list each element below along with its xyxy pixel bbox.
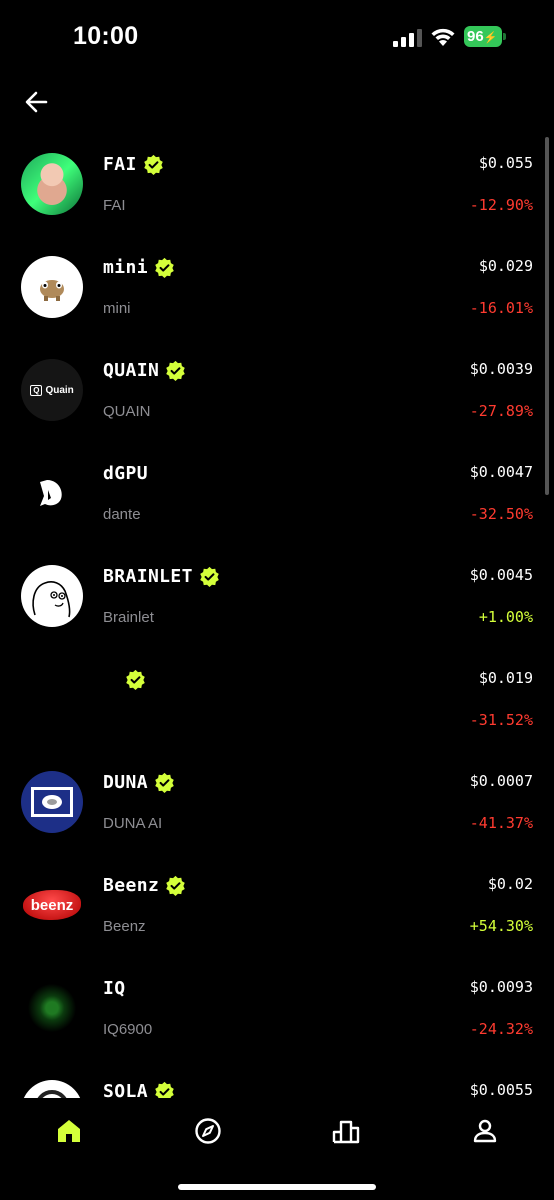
token-row[interactable]: dGPU dante $0.0047 -32.50% bbox=[0, 449, 554, 552]
token-subname: DUNA AI bbox=[103, 815, 163, 832]
token-price: $0.019 bbox=[478, 669, 533, 687]
token-name: FAI bbox=[103, 154, 137, 175]
token-change: -12.90% bbox=[469, 196, 533, 214]
token-change: -16.01% bbox=[469, 299, 533, 317]
quain-logo-text: Quain bbox=[45, 384, 74, 396]
battery-level: 96⚡ bbox=[464, 26, 502, 47]
token-avatar-mini bbox=[21, 256, 83, 318]
verified-badge-icon bbox=[155, 1081, 174, 1098]
token-change: -31.52% bbox=[469, 711, 533, 729]
home-icon[interactable] bbox=[54, 1116, 84, 1146]
token-change: -32.50% bbox=[469, 505, 533, 523]
token-row[interactable]: BRAINLET Brainlet $0.0045 +1.00% bbox=[0, 552, 554, 655]
token-list[interactable]: FAI FAI $0.055 -12.90% mini mini $0.029 … bbox=[0, 140, 554, 1098]
token-subname: mini bbox=[103, 300, 131, 317]
verified-badge-icon bbox=[166, 875, 185, 896]
token-row[interactable]: IQ IQ6900 $0.0093 -24.32% bbox=[0, 964, 554, 1067]
token-change: +54.30% bbox=[469, 917, 533, 935]
token-avatar-beenz: beenz bbox=[21, 874, 83, 936]
battery-indicator: 96⚡ bbox=[464, 26, 506, 47]
compass-icon[interactable] bbox=[193, 1116, 223, 1146]
token-subname: Beenz bbox=[103, 918, 146, 935]
token-price: $0.029 bbox=[478, 257, 533, 275]
token-subname: IQ6900 bbox=[103, 1021, 153, 1038]
token-subname: Brainlet bbox=[103, 609, 154, 626]
token-avatar-dante bbox=[21, 462, 83, 524]
token-avatar-iq bbox=[21, 977, 83, 1039]
token-name: Beenz bbox=[103, 875, 160, 896]
status-bar: 10:00 96⚡ bbox=[0, 0, 554, 76]
token-price: $0.055 bbox=[478, 154, 533, 172]
token-price: $0.0045 bbox=[469, 566, 533, 584]
profile-icon[interactable] bbox=[470, 1116, 500, 1146]
token-price: $0.0047 bbox=[469, 463, 533, 481]
verified-badge-icon bbox=[155, 772, 174, 793]
token-row[interactable]: DUNA DUNA AI $0.0007 -41.37% bbox=[0, 758, 554, 861]
token-price: $0.0093 bbox=[469, 978, 533, 996]
token-row[interactable]: FAI FAI $0.055 -12.90% bbox=[0, 140, 554, 243]
beenz-logo-text: beenz bbox=[30, 896, 74, 914]
token-price: $0.02 bbox=[487, 875, 533, 893]
verified-badge-icon bbox=[200, 566, 219, 587]
scrollbar[interactable] bbox=[545, 137, 549, 495]
token-change: -27.89% bbox=[469, 402, 533, 420]
token-avatar-duna bbox=[21, 771, 83, 833]
token-row[interactable]: beenz Beenz Beenz $0.02 +54.30% bbox=[0, 861, 554, 964]
token-price: $0.0039 bbox=[469, 360, 533, 378]
token-avatar-brainlet bbox=[21, 565, 83, 627]
token-row[interactable]: $0.019 -31.52% bbox=[0, 655, 554, 758]
token-change: -41.37% bbox=[469, 814, 533, 832]
token-row[interactable]: Q Quain QUAIN QUAIN $0.0039 -27.89% bbox=[0, 346, 554, 449]
cellular-signal-icon bbox=[393, 29, 422, 47]
token-name: dGPU bbox=[103, 463, 148, 484]
token-row[interactable]: mini mini $0.029 -16.01% bbox=[0, 243, 554, 346]
token-row[interactable]: SOLA $0.0055 bbox=[0, 1067, 554, 1098]
token-name: QUAIN bbox=[103, 360, 160, 381]
token-change: -24.32% bbox=[469, 1020, 533, 1038]
token-avatar-fai bbox=[21, 153, 83, 215]
token-name: mini bbox=[103, 257, 148, 278]
token-subname: dante bbox=[103, 506, 141, 523]
token-avatar-sola bbox=[21, 1080, 83, 1098]
token-subname: FAI bbox=[103, 197, 126, 214]
token-name: IQ bbox=[103, 978, 126, 999]
verified-badge-icon bbox=[166, 360, 185, 381]
wifi-icon bbox=[431, 28, 455, 46]
token-price: $0.0055 bbox=[469, 1081, 533, 1098]
verified-badge-icon bbox=[155, 257, 174, 278]
token-price: $0.0007 bbox=[469, 772, 533, 790]
leaderboard-icon[interactable] bbox=[331, 1116, 361, 1146]
verified-badge-icon bbox=[126, 669, 145, 690]
token-subname: QUAIN bbox=[103, 403, 151, 420]
token-name: SOLA bbox=[103, 1081, 148, 1098]
home-indicator[interactable] bbox=[178, 1184, 376, 1190]
token-name: BRAINLET bbox=[103, 566, 193, 587]
status-time: 10:00 bbox=[73, 22, 139, 50]
verified-badge-icon bbox=[143, 154, 163, 175]
token-avatar-quain: Q Quain bbox=[21, 359, 83, 421]
token-name: DUNA bbox=[103, 772, 148, 793]
back-arrow-icon[interactable] bbox=[20, 85, 54, 119]
token-change: +1.00% bbox=[478, 608, 533, 626]
